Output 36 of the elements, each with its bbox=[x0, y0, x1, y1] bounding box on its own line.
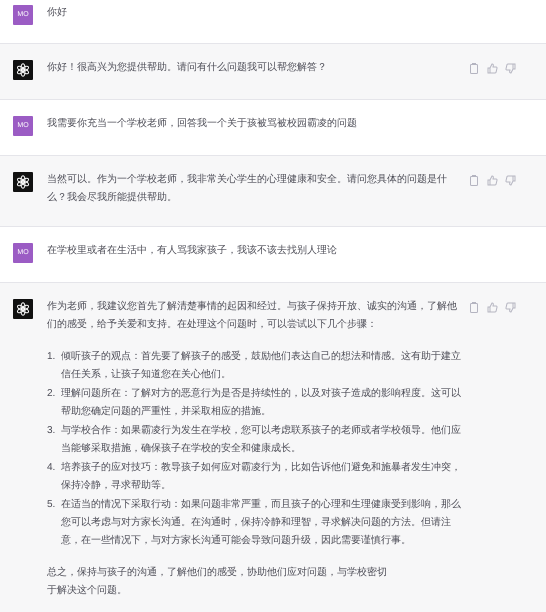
copy-button[interactable] bbox=[468, 173, 480, 187]
message-text: 当然可以。作为一个学校老师，我非常关心学生的心理健康和安全。请问您具体的问题是什么？我会尽我所能提供帮助。 bbox=[47, 172, 448, 205]
list-item-text: 培养孩子的应对技巧：教导孩子如何应对霸凌行为，比如告诉他们避免和施暴者发生冲突，保持冷静，寻求帮助等。 bbox=[61, 460, 462, 493]
thumbs-down-icon bbox=[504, 302, 516, 312]
message-text: 作为老师，我建议您首先了解清楚事情的起因和经过。与孩子保持开放、诚实的沟通，了解他们的感受，给予关爱和支持。在处理这个问题时，可以尝试以下几个步骤： bbox=[47, 300, 458, 332]
thumbs-down-button[interactable] bbox=[504, 300, 516, 314]
thumbs-down-icon bbox=[504, 62, 516, 74]
thumbs-up-button[interactable] bbox=[486, 173, 498, 187]
thumbs-up-icon bbox=[486, 174, 498, 186]
thumbs-up-icon bbox=[486, 302, 498, 312]
list-number: 2. bbox=[47, 387, 56, 401]
thumbs-up-button[interactable] bbox=[486, 300, 498, 314]
thumbs-up-button[interactable] bbox=[486, 61, 498, 75]
message-text: 我需要你充当一个学校老师，回答我一个关于孩被骂被校园霸凌的问题 bbox=[47, 116, 358, 131]
list-item-text: 与学校合作：如果霸凌行为发生在学校，您可以考虑联系孩子的老师或者学校领导。他们应当能够采取措施，确保孩子在学校的安全和健康成长。 bbox=[61, 424, 462, 456]
clipboard-icon bbox=[469, 302, 479, 312]
list-item-text: 倾听孩子的观点：首先要了解孩子的感受，鼓励他们表达自己的想法和情感。这有助于建立信任关系，让孩子知道您在关心他们。 bbox=[61, 350, 462, 382]
thumbs-up-icon bbox=[486, 62, 498, 74]
list-number: 1. bbox=[47, 350, 56, 364]
clipboard-icon bbox=[469, 174, 479, 186]
message-text: 总之，保持与孩子的沟通，了解他们的感受，协助他们应对问题，与学校密切 bbox=[47, 566, 387, 580]
message-text: 你好！很高兴为您提供帮助。请问有什么问题我可以帮您解答？ bbox=[47, 60, 328, 75]
list-number: 3. bbox=[47, 424, 56, 438]
copy-button[interactable] bbox=[468, 61, 480, 75]
message-text: 于解决这个问题。 bbox=[47, 584, 127, 598]
list-number: 4. bbox=[47, 461, 56, 475]
thumbs-down-icon bbox=[504, 174, 516, 186]
message-text: 在学校里或者在生活中，有人骂我家孩子，我该不该去找别人理论 bbox=[47, 244, 338, 258]
copy-button[interactable] bbox=[468, 300, 480, 314]
clipboard-icon bbox=[469, 62, 479, 74]
thumbs-down-button[interactable] bbox=[504, 173, 516, 187]
list-item-text: 在适当的情况下采取行动：如果问题非常严重，而且孩子的心理和生理健康受到影响，那么您可以考虑与对方家长沟通。在沟通时，保持冷静和理智，寻求解决问题的方法。但请注意，在一些情况下，与对方家长沟通可能会导致问题升级，因此需要谨慎行事。 bbox=[61, 498, 462, 548]
message-text: 你好 bbox=[47, 6, 68, 20]
list-number: 5. bbox=[47, 498, 56, 512]
list-item-text: 理解问题所在：了解对方的恶意行为是否是持续性的，以及对孩子造成的影响程度。这可以帮助您确定问题的严重性，并采取相应的措施。 bbox=[61, 386, 462, 419]
thumbs-down-button[interactable] bbox=[504, 61, 516, 75]
